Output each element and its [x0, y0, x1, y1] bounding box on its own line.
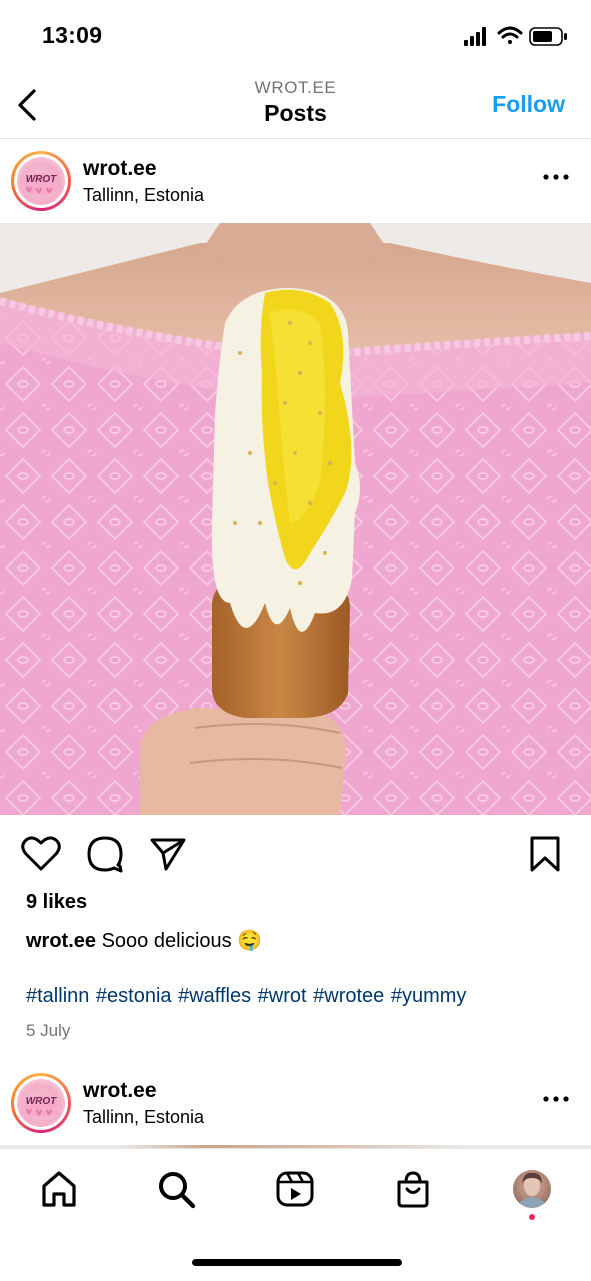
reels-icon[interactable] — [275, 1169, 315, 1209]
post-photo[interactable] — [0, 223, 591, 815]
top-nav: WROT.EE Posts Follow — [0, 70, 591, 139]
post-username[interactable]: wrot.ee — [83, 1079, 157, 1103]
search-icon[interactable] — [156, 1169, 196, 1209]
post-username[interactable]: wrot.ee — [83, 157, 157, 181]
shopping-bag-icon[interactable] — [393, 1169, 433, 1209]
post-date: 5 July — [26, 1021, 71, 1040]
post-hashtags[interactable]: #tallinn #estonia #waffles #wrot #wrotee… — [26, 985, 466, 1008]
status-icons — [464, 26, 567, 46]
post-header: WROT wrot.ee Tallinn, Estonia — [0, 139, 591, 223]
post-location[interactable]: Tallinn, Estonia — [83, 185, 204, 206]
wrot-logo-image: WROT — [17, 1079, 65, 1127]
post-caption: wrot.ee Sooo delicious 🤤 — [26, 928, 262, 953]
bookmark-icon[interactable] — [528, 834, 562, 874]
home-indicator[interactable] — [192, 1259, 402, 1266]
next-post-header: WROT wrot.ee Tallinn, Estonia — [0, 1061, 591, 1145]
more-horizontal-icon[interactable] — [543, 1095, 569, 1103]
svg-text:WROT: WROT — [26, 1096, 57, 1107]
post-location[interactable]: Tallinn, Estonia — [83, 1107, 204, 1128]
post-actions — [0, 828, 591, 878]
wrot-logo-image: WROT — [17, 157, 65, 205]
status-time: 13:09 — [42, 22, 103, 48]
heart-icon[interactable] — [20, 834, 62, 874]
likes-count[interactable]: 9 likes — [26, 891, 87, 914]
follow-button[interactable]: Follow — [492, 91, 565, 118]
avatar[interactable]: WROT — [11, 151, 71, 211]
paper-plane-icon[interactable] — [148, 834, 188, 874]
wifi-icon — [497, 26, 523, 44]
avatar[interactable]: WROT — [11, 1073, 71, 1133]
svg-text:WROT: WROT — [26, 174, 57, 185]
notification-dot — [529, 1214, 535, 1220]
caption-username[interactable]: wrot.ee — [26, 930, 96, 952]
profile-tab[interactable] — [513, 1170, 551, 1208]
more-horizontal-icon[interactable] — [543, 173, 569, 181]
comment-bubble-icon[interactable] — [85, 834, 125, 874]
status-bar: 13:09 — [0, 0, 591, 70]
signal-icon — [464, 27, 486, 46]
caption-text: Sooo delicious 🤤 — [101, 930, 263, 952]
battery-icon — [529, 27, 567, 46]
profile-avatar — [517, 1172, 547, 1208]
home-icon[interactable] — [39, 1169, 79, 1209]
